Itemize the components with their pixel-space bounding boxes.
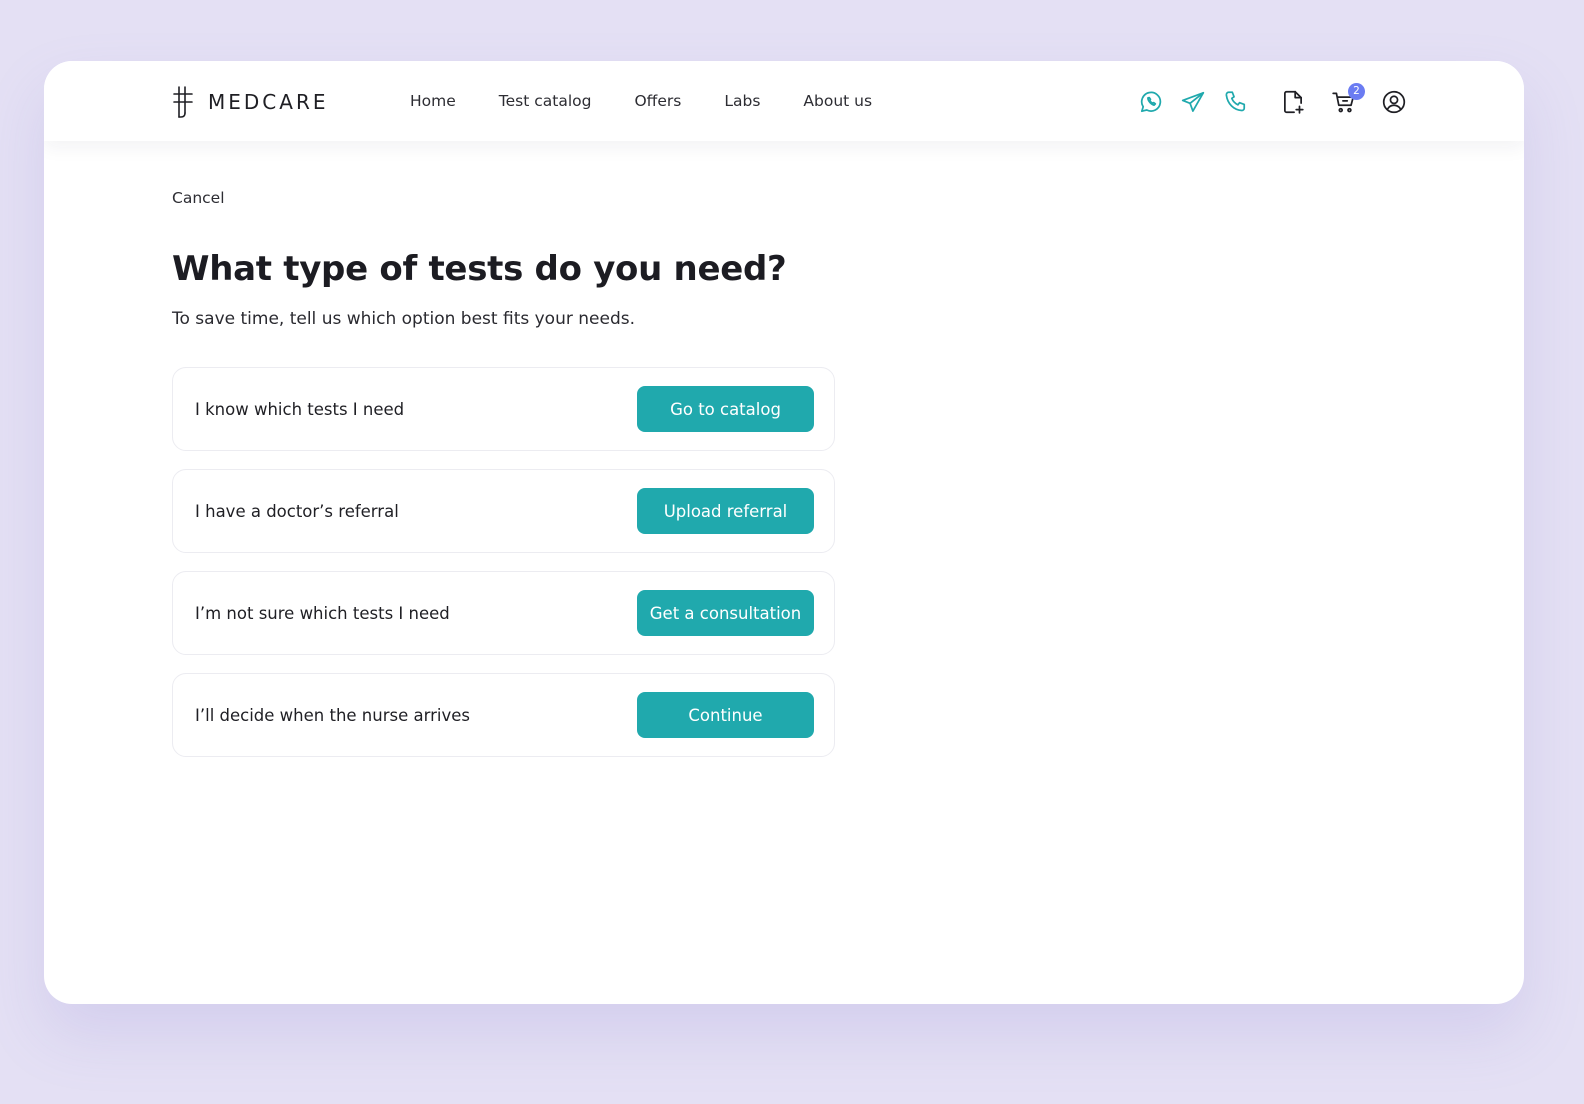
cart-icon[interactable]: 2 bbox=[1331, 83, 1365, 115]
user-icon[interactable] bbox=[1381, 89, 1407, 115]
get-consultation-button[interactable]: Get a consultation bbox=[637, 590, 814, 636]
nav-item-offers[interactable]: Offers bbox=[634, 92, 681, 110]
nav-item-test-catalog[interactable]: Test catalog bbox=[499, 92, 592, 110]
app-window: MEDCARE Home Test catalog Offers Labs Ab… bbox=[44, 61, 1524, 1004]
medcare-logo-icon bbox=[173, 86, 193, 118]
option-card-referral: I have a doctor’s referral Upload referr… bbox=[172, 469, 835, 553]
option-card-decide-later: I’ll decide when the nurse arrives Conti… bbox=[172, 673, 835, 757]
page-subtitle: To save time, tell us which option best … bbox=[172, 309, 635, 329]
nav-item-about-us[interactable]: About us bbox=[803, 92, 872, 110]
option-card-know-tests: I know which tests I need Go to catalog bbox=[172, 367, 835, 451]
main-content: Cancel What type of tests do you need? T… bbox=[172, 181, 872, 775]
whatsapp-icon[interactable] bbox=[1138, 89, 1164, 115]
brand-name: MEDCARE bbox=[208, 90, 329, 114]
brand-logo[interactable]: MEDCARE bbox=[170, 85, 328, 119]
page-title: What type of tests do you need? bbox=[172, 249, 787, 289]
telegram-icon[interactable] bbox=[1180, 89, 1206, 115]
top-navigation-bar: MEDCARE Home Test catalog Offers Labs Ab… bbox=[44, 61, 1524, 141]
nav-item-labs[interactable]: Labs bbox=[724, 92, 760, 110]
cancel-link[interactable]: Cancel bbox=[172, 189, 225, 207]
cart-count-badge: 2 bbox=[1348, 83, 1365, 100]
option-label: I have a doctor’s referral bbox=[195, 501, 399, 521]
option-label: I know which tests I need bbox=[195, 399, 405, 419]
option-label: I’m not sure which tests I need bbox=[195, 603, 450, 623]
options-list: I know which tests I need Go to catalog … bbox=[172, 367, 835, 757]
option-card-not-sure: I’m not sure which tests I need Get a co… bbox=[172, 571, 835, 655]
upload-referral-button[interactable]: Upload referral bbox=[637, 488, 814, 534]
phone-icon[interactable] bbox=[1223, 89, 1249, 115]
nav-item-home[interactable]: Home bbox=[410, 92, 456, 110]
main-nav: Home Test catalog Offers Labs About us bbox=[410, 61, 915, 141]
header-actions: 2 bbox=[1138, 61, 1418, 141]
continue-button[interactable]: Continue bbox=[637, 692, 814, 738]
option-label: I’ll decide when the nurse arrives bbox=[195, 705, 470, 725]
add-document-icon[interactable] bbox=[1280, 89, 1306, 115]
go-to-catalog-button[interactable]: Go to catalog bbox=[637, 386, 814, 432]
